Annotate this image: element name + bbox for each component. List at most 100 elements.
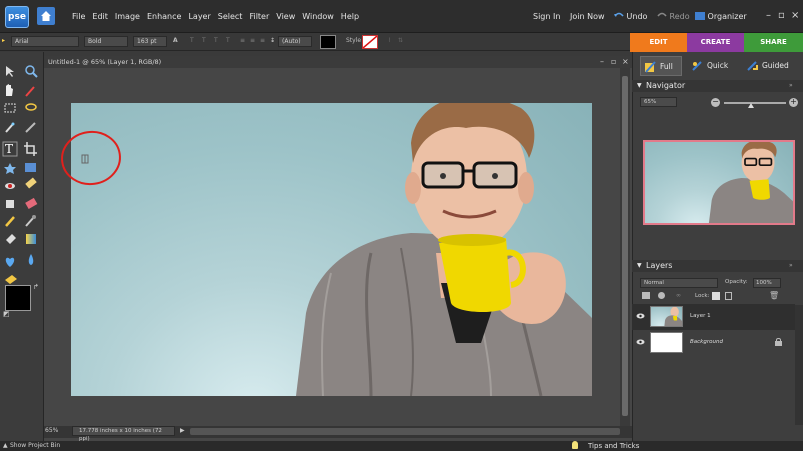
visibility-eye-icon[interactable]: [636, 339, 645, 345]
organizer-button[interactable]: Organizer: [695, 12, 747, 21]
tab-edit[interactable]: EDIT: [630, 33, 687, 52]
blend-mode-select[interactable]: Normal: [640, 278, 718, 288]
home-button[interactable]: [37, 7, 55, 25]
layer-toolbar: ∞ Lock: 🗑: [632, 291, 803, 303]
zoom-in-button[interactable]: +: [789, 98, 798, 107]
menu-select[interactable]: Select: [218, 12, 243, 21]
navigator-preview[interactable]: [643, 140, 795, 225]
menu-enhance[interactable]: Enhance: [147, 12, 182, 21]
navigator-title: Navigator: [646, 81, 686, 90]
navigator-zoom-field[interactable]: 65%: [640, 97, 677, 107]
layers-scrollbar[interactable]: [795, 305, 803, 425]
clone-stamp-tool-icon: [6, 200, 14, 208]
strikethrough-icon[interactable]: T: [226, 37, 230, 44]
default-colors-icon[interactable]: ◩: [3, 310, 10, 318]
horizontal-scrollbar[interactable]: [190, 428, 620, 435]
tab-quick-edit[interactable]: Quick: [688, 56, 733, 76]
doc-minimize-icon[interactable]: –: [600, 56, 604, 68]
delete-layer-icon[interactable]: 🗑: [769, 291, 779, 300]
tab-share[interactable]: SHARE: [744, 33, 803, 52]
align-center-icon[interactable]: ≡: [250, 37, 255, 44]
font-family-select[interactable]: Arial: [11, 36, 79, 47]
vertical-scrollbar[interactable]: [620, 68, 630, 428]
undo-button[interactable]: Undo: [614, 12, 647, 21]
doc-close-icon[interactable]: ×: [622, 56, 629, 68]
opacity-field[interactable]: 100%: [753, 278, 781, 288]
text-color-swatch[interactable]: [320, 35, 336, 49]
image-canvas[interactable]: [71, 103, 592, 396]
navigator-thumbnail-icon: [708, 142, 793, 223]
menu-window[interactable]: Window: [302, 12, 334, 21]
tab-create[interactable]: CREATE: [687, 33, 744, 52]
new-layer-icon[interactable]: [642, 292, 650, 299]
red-eye-tool-icon: [5, 183, 15, 189]
restore-button[interactable]: ▫: [778, 10, 785, 21]
menu-layer[interactable]: Layer: [188, 12, 210, 21]
doc-restore-icon[interactable]: ▫: [611, 56, 616, 68]
menu-help[interactable]: Help: [341, 12, 359, 21]
zoom-slider-thumb[interactable]: [748, 103, 754, 108]
collapse-triangle-icon: ▼: [637, 262, 642, 269]
panel-menu-icon[interactable]: »: [789, 260, 793, 272]
layer-thumbnail: [650, 332, 683, 353]
menu-edit[interactable]: Edit: [92, 12, 108, 21]
menu-filter[interactable]: Filter: [249, 12, 269, 21]
menu-view[interactable]: View: [276, 12, 295, 21]
leading-select[interactable]: (Auto): [278, 36, 312, 47]
layers-title: Layers: [646, 261, 673, 270]
adjustment-layer-icon[interactable]: [658, 292, 665, 299]
vertical-scroll-thumb[interactable]: [622, 76, 628, 416]
swap-colors-icon[interactable]: ↱: [33, 283, 39, 291]
lock-label: Lock:: [695, 293, 710, 299]
underline-icon[interactable]: T: [214, 37, 218, 44]
layer-thumb-photo-icon: [664, 306, 682, 326]
faux-bold-icon[interactable]: T: [190, 37, 194, 44]
align-right-icon[interactable]: ≡: [260, 37, 265, 44]
menu-bar: pse File Edit Image Enhance Layer Select…: [0, 0, 803, 33]
font-size-select[interactable]: 163 pt: [133, 36, 167, 47]
font-style-select[interactable]: Bold: [84, 36, 128, 47]
project-bin-arrow-icon[interactable]: ▲: [3, 442, 8, 449]
svg-text:T: T: [5, 142, 13, 156]
lock-all-icon[interactable]: [725, 292, 732, 300]
menu-image[interactable]: Image: [115, 12, 140, 21]
navigator-panel-header[interactable]: ▼ Navigator »: [632, 80, 803, 92]
faux-italic-icon[interactable]: T: [202, 37, 206, 44]
selection-brush-tool-icon: [25, 122, 36, 133]
tips-and-tricks-link[interactable]: Tips and Tricks: [588, 442, 639, 450]
info-menu-arrow-icon[interactable]: ▶: [180, 427, 185, 434]
quick-edit-icon: [692, 61, 702, 71]
sign-in-link[interactable]: Sign In: [533, 12, 560, 21]
layers-panel-header[interactable]: ▼ Layers »: [632, 260, 803, 272]
orientation-icon[interactable]: ⇅: [398, 37, 403, 44]
visibility-eye-icon[interactable]: [636, 313, 645, 319]
foreground-color-swatch[interactable]: [5, 285, 31, 311]
zoom-slider[interactable]: [724, 102, 786, 104]
lock-transparent-icon[interactable]: [712, 292, 720, 300]
link-layers-icon[interactable]: ∞: [676, 292, 681, 299]
warp-text-icon[interactable]: ⌇: [388, 37, 391, 44]
hand-tool-icon: [6, 84, 13, 96]
document-info[interactable]: 17.778 inches x 10 inches (72 ppi): [72, 426, 175, 442]
panel-menu-icon[interactable]: »: [789, 80, 793, 92]
minimize-button[interactable]: –: [766, 10, 771, 21]
join-now-link[interactable]: Join Now: [570, 12, 605, 21]
anti-alias-icon[interactable]: A: [173, 37, 178, 44]
redo-button[interactable]: Redo: [657, 12, 690, 21]
bottom-bar: [0, 441, 803, 451]
align-left-icon[interactable]: ≡: [240, 37, 245, 44]
show-project-bin-button[interactable]: Show Project Bin: [10, 442, 60, 449]
undo-label: Undo: [626, 12, 648, 21]
tab-full-label: Full: [660, 62, 673, 71]
menu-file[interactable]: File: [72, 12, 85, 21]
eyedropper-tool-icon: [25, 86, 35, 97]
tab-full-edit[interactable]: Full: [640, 56, 682, 76]
style-picker[interactable]: [362, 35, 378, 49]
tab-quick-label: Quick: [707, 61, 729, 70]
tab-guided-edit[interactable]: Guided: [743, 56, 795, 76]
zoom-out-button[interactable]: −: [711, 98, 720, 107]
close-button[interactable]: ×: [791, 10, 799, 21]
layer-row-layer-1[interactable]: Layer 1: [632, 304, 795, 330]
zoom-level[interactable]: 65%: [45, 427, 58, 434]
layer-row-background[interactable]: Background: [632, 330, 795, 356]
